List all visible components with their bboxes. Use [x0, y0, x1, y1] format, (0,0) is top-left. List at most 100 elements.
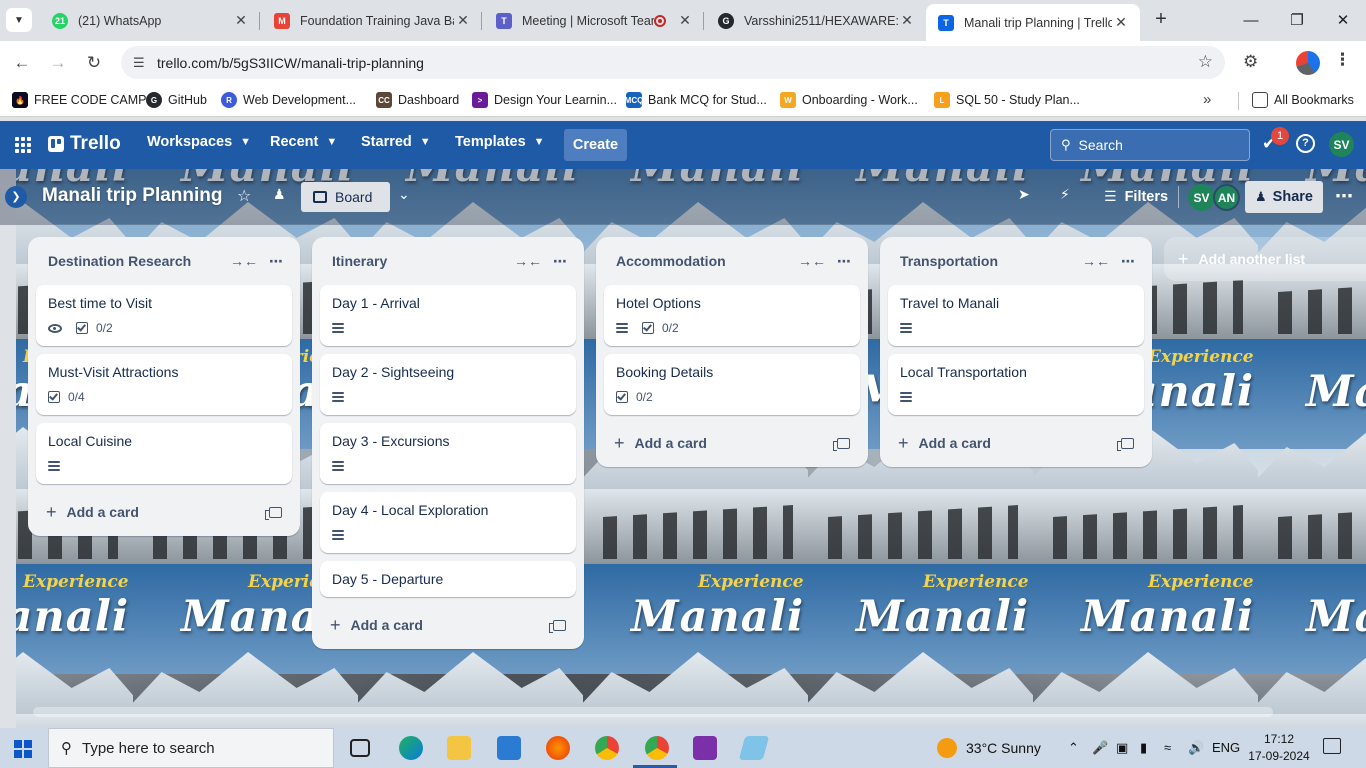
list-menu-icon[interactable]: ⋯ — [260, 253, 292, 270]
close-icon[interactable]: ✕ — [454, 12, 472, 29]
file-explorer-icon[interactable] — [447, 736, 471, 760]
card-template-icon[interactable] — [265, 506, 282, 520]
tab-gmail[interactable]: M Foundation Training Java Bat ✕ — [262, 6, 482, 35]
browser-menu-icon[interactable]: ⋮ — [1334, 50, 1351, 70]
list-title[interactable]: Itinerary — [332, 253, 512, 269]
collapse-list-icon[interactable]: →← — [512, 253, 544, 269]
profile-avatar[interactable] — [1296, 51, 1320, 75]
card-template-icon[interactable] — [549, 619, 566, 633]
board-title[interactable]: Manali trip Planning — [42, 185, 223, 207]
bookmark-dashboard[interactable]: CC Dashboard — [376, 92, 459, 108]
filters-button[interactable]: ☰ Filters — [1104, 188, 1168, 205]
notification-center-icon[interactable] — [1323, 738, 1341, 754]
more-bookmarks-icon[interactable]: » — [1203, 91, 1211, 108]
list-menu-icon[interactable]: ⋯ — [1112, 253, 1144, 270]
trello-logo[interactable]: Trello — [48, 133, 121, 155]
chrome-icon[interactable] — [595, 736, 619, 760]
collapse-list-icon[interactable]: →← — [796, 253, 828, 269]
list-column[interactable]: Transportation →← ⋯ Travel to Manali Local T… — [880, 237, 1152, 467]
close-icon[interactable]: ✕ — [232, 12, 250, 29]
close-icon[interactable]: ✕ — [898, 12, 916, 29]
add-card-button[interactable]: + Add a card — [36, 492, 292, 532]
board-scrollbar[interactable] — [33, 707, 1273, 717]
share-button[interactable]: ♟ Share — [1245, 181, 1323, 213]
bookmark-bank-mcq[interactable]: MCQ Bank MCQ for Stud... — [625, 92, 767, 108]
card[interactable]: Day 3 - Excursions — [320, 423, 576, 484]
card-template-icon[interactable] — [1117, 437, 1134, 451]
new-tab-button[interactable]: + — [1149, 8, 1173, 32]
add-card-button[interactable]: + Add a card — [888, 423, 1144, 463]
close-icon[interactable]: ✕ — [1112, 14, 1130, 31]
firefox-icon[interactable] — [546, 736, 570, 760]
card[interactable]: Day 5 - Departure — [320, 561, 576, 597]
card[interactable]: Day 1 - Arrival — [320, 285, 576, 346]
list-title[interactable]: Transportation — [900, 253, 1080, 269]
board-view-button[interactable]: Board — [301, 182, 390, 212]
add-card-button[interactable]: + Add a card — [320, 605, 576, 645]
bookmark-star-icon[interactable]: ☆ — [1198, 52, 1213, 72]
list-menu-icon[interactable]: ⋯ — [544, 253, 576, 270]
battery-icon[interactable]: ▮ — [1140, 740, 1147, 756]
bookmark-onboarding[interactable]: W Onboarding - Work... — [780, 92, 918, 108]
views-chevron-icon[interactable]: ⌄ — [398, 186, 410, 203]
card[interactable]: Booking Details 0/2 — [604, 354, 860, 415]
bookmark-github[interactable]: G GitHub — [146, 92, 207, 108]
tray-overflow-icon[interactable]: ⌃ — [1068, 740, 1079, 756]
nav-starred[interactable]: Starred ▼ — [361, 134, 431, 150]
notepad-icon[interactable] — [738, 736, 770, 760]
forward-button[interactable]: → — [44, 49, 72, 77]
address-bar[interactable]: ☰ trello.com/b/5gS3IICW/manali-trip-plan… — [121, 46, 1225, 79]
reload-button[interactable]: ↻ — [80, 49, 108, 77]
edge-icon[interactable] — [399, 736, 423, 760]
bookmark-sql50[interactable]: L SQL 50 - Study Plan... — [934, 92, 1080, 108]
tab-github[interactable]: G Varsshini2511/HEXAWARE: A ✕ — [706, 6, 926, 35]
bookmark-freecodecamp[interactable]: 🔥 FREE CODE CAMP — [12, 92, 147, 108]
task-view-icon[interactable] — [350, 739, 370, 757]
list-header[interactable]: Itinerary →← ⋯ — [320, 237, 576, 285]
tab-search-button[interactable]: ▼ — [6, 8, 32, 32]
close-icon[interactable]: ✕ — [676, 12, 694, 29]
tab-trello[interactable]: T Manali trip Planning | Trello ✕ — [926, 4, 1140, 41]
tab-whatsapp[interactable]: 21 (21) WhatsApp ✕ — [40, 6, 260, 35]
weather-text[interactable]: 33°C Sunny — [966, 740, 1041, 756]
weather-sun-icon[interactable] — [937, 738, 957, 758]
card[interactable]: Hotel Options 0/2 — [604, 285, 860, 346]
collapse-list-icon[interactable]: →← — [1080, 253, 1112, 269]
card[interactable]: Local Transportation — [888, 354, 1144, 415]
list-column[interactable]: Destination Research →← ⋯ Best time to Visi… — [28, 237, 300, 536]
account-avatar[interactable]: SV — [1329, 132, 1354, 157]
extensions-icon[interactable]: ⚙ — [1243, 52, 1265, 74]
all-bookmarks-button[interactable]: All Bookmarks — [1252, 92, 1354, 108]
tab-teams[interactable]: T Meeting | Microsoft Teams ✕ — [484, 6, 704, 35]
collapse-list-icon[interactable]: →← — [228, 253, 260, 269]
list-title[interactable]: Destination Research — [48, 253, 228, 269]
clock[interactable]: 17:12 17-09-2024 — [1248, 731, 1310, 765]
list-title[interactable]: Accommodation — [616, 253, 796, 269]
card[interactable]: Local Cuisine — [36, 423, 292, 484]
help-icon[interactable]: ? — [1296, 134, 1315, 153]
card[interactable]: Day 2 - Sightseeing — [320, 354, 576, 415]
card[interactable]: Day 4 - Local Exploration — [320, 492, 576, 553]
card[interactable]: Best time to Visit 0/2 — [36, 285, 292, 346]
list-menu-icon[interactable]: ⋯ — [828, 253, 860, 270]
power-ups-icon[interactable]: ➤ — [1018, 186, 1030, 203]
card-template-icon[interactable] — [833, 437, 850, 451]
card[interactable]: Must-Visit Attractions 0/4 — [36, 354, 292, 415]
windows-start-icon[interactable] — [14, 740, 32, 758]
visibility-icon[interactable]: ♟ — [273, 186, 286, 203]
volume-icon[interactable]: 🔊 — [1188, 740, 1204, 756]
list-column[interactable]: Accommodation →← ⋯ Hotel Options 0/2 Booking … — [596, 237, 868, 467]
bookmark-web-development[interactable]: R Web Development... — [221, 92, 356, 108]
nav-recent[interactable]: Recent ▼ — [270, 134, 337, 150]
card[interactable]: Travel to Manali — [888, 285, 1144, 346]
list-header[interactable]: Destination Research →← ⋯ — [36, 237, 292, 285]
member-avatar[interactable]: AN — [1213, 184, 1240, 211]
nav-templates[interactable]: Templates ▼ — [455, 134, 545, 150]
minimize-button[interactable]: — — [1228, 0, 1274, 40]
list-header[interactable]: Transportation →← ⋯ — [888, 237, 1144, 285]
sidebar-expand-icon[interactable]: ❯ — [5, 186, 27, 208]
url-text[interactable]: trello.com/b/5gS3IICW/manali-trip-planni… — [157, 55, 424, 71]
bookmark-design-learning[interactable]: > Design Your Learnin... — [472, 92, 617, 108]
add-card-button[interactable]: + Add a card — [604, 423, 860, 463]
list-header[interactable]: Accommodation →← ⋯ — [604, 237, 860, 285]
